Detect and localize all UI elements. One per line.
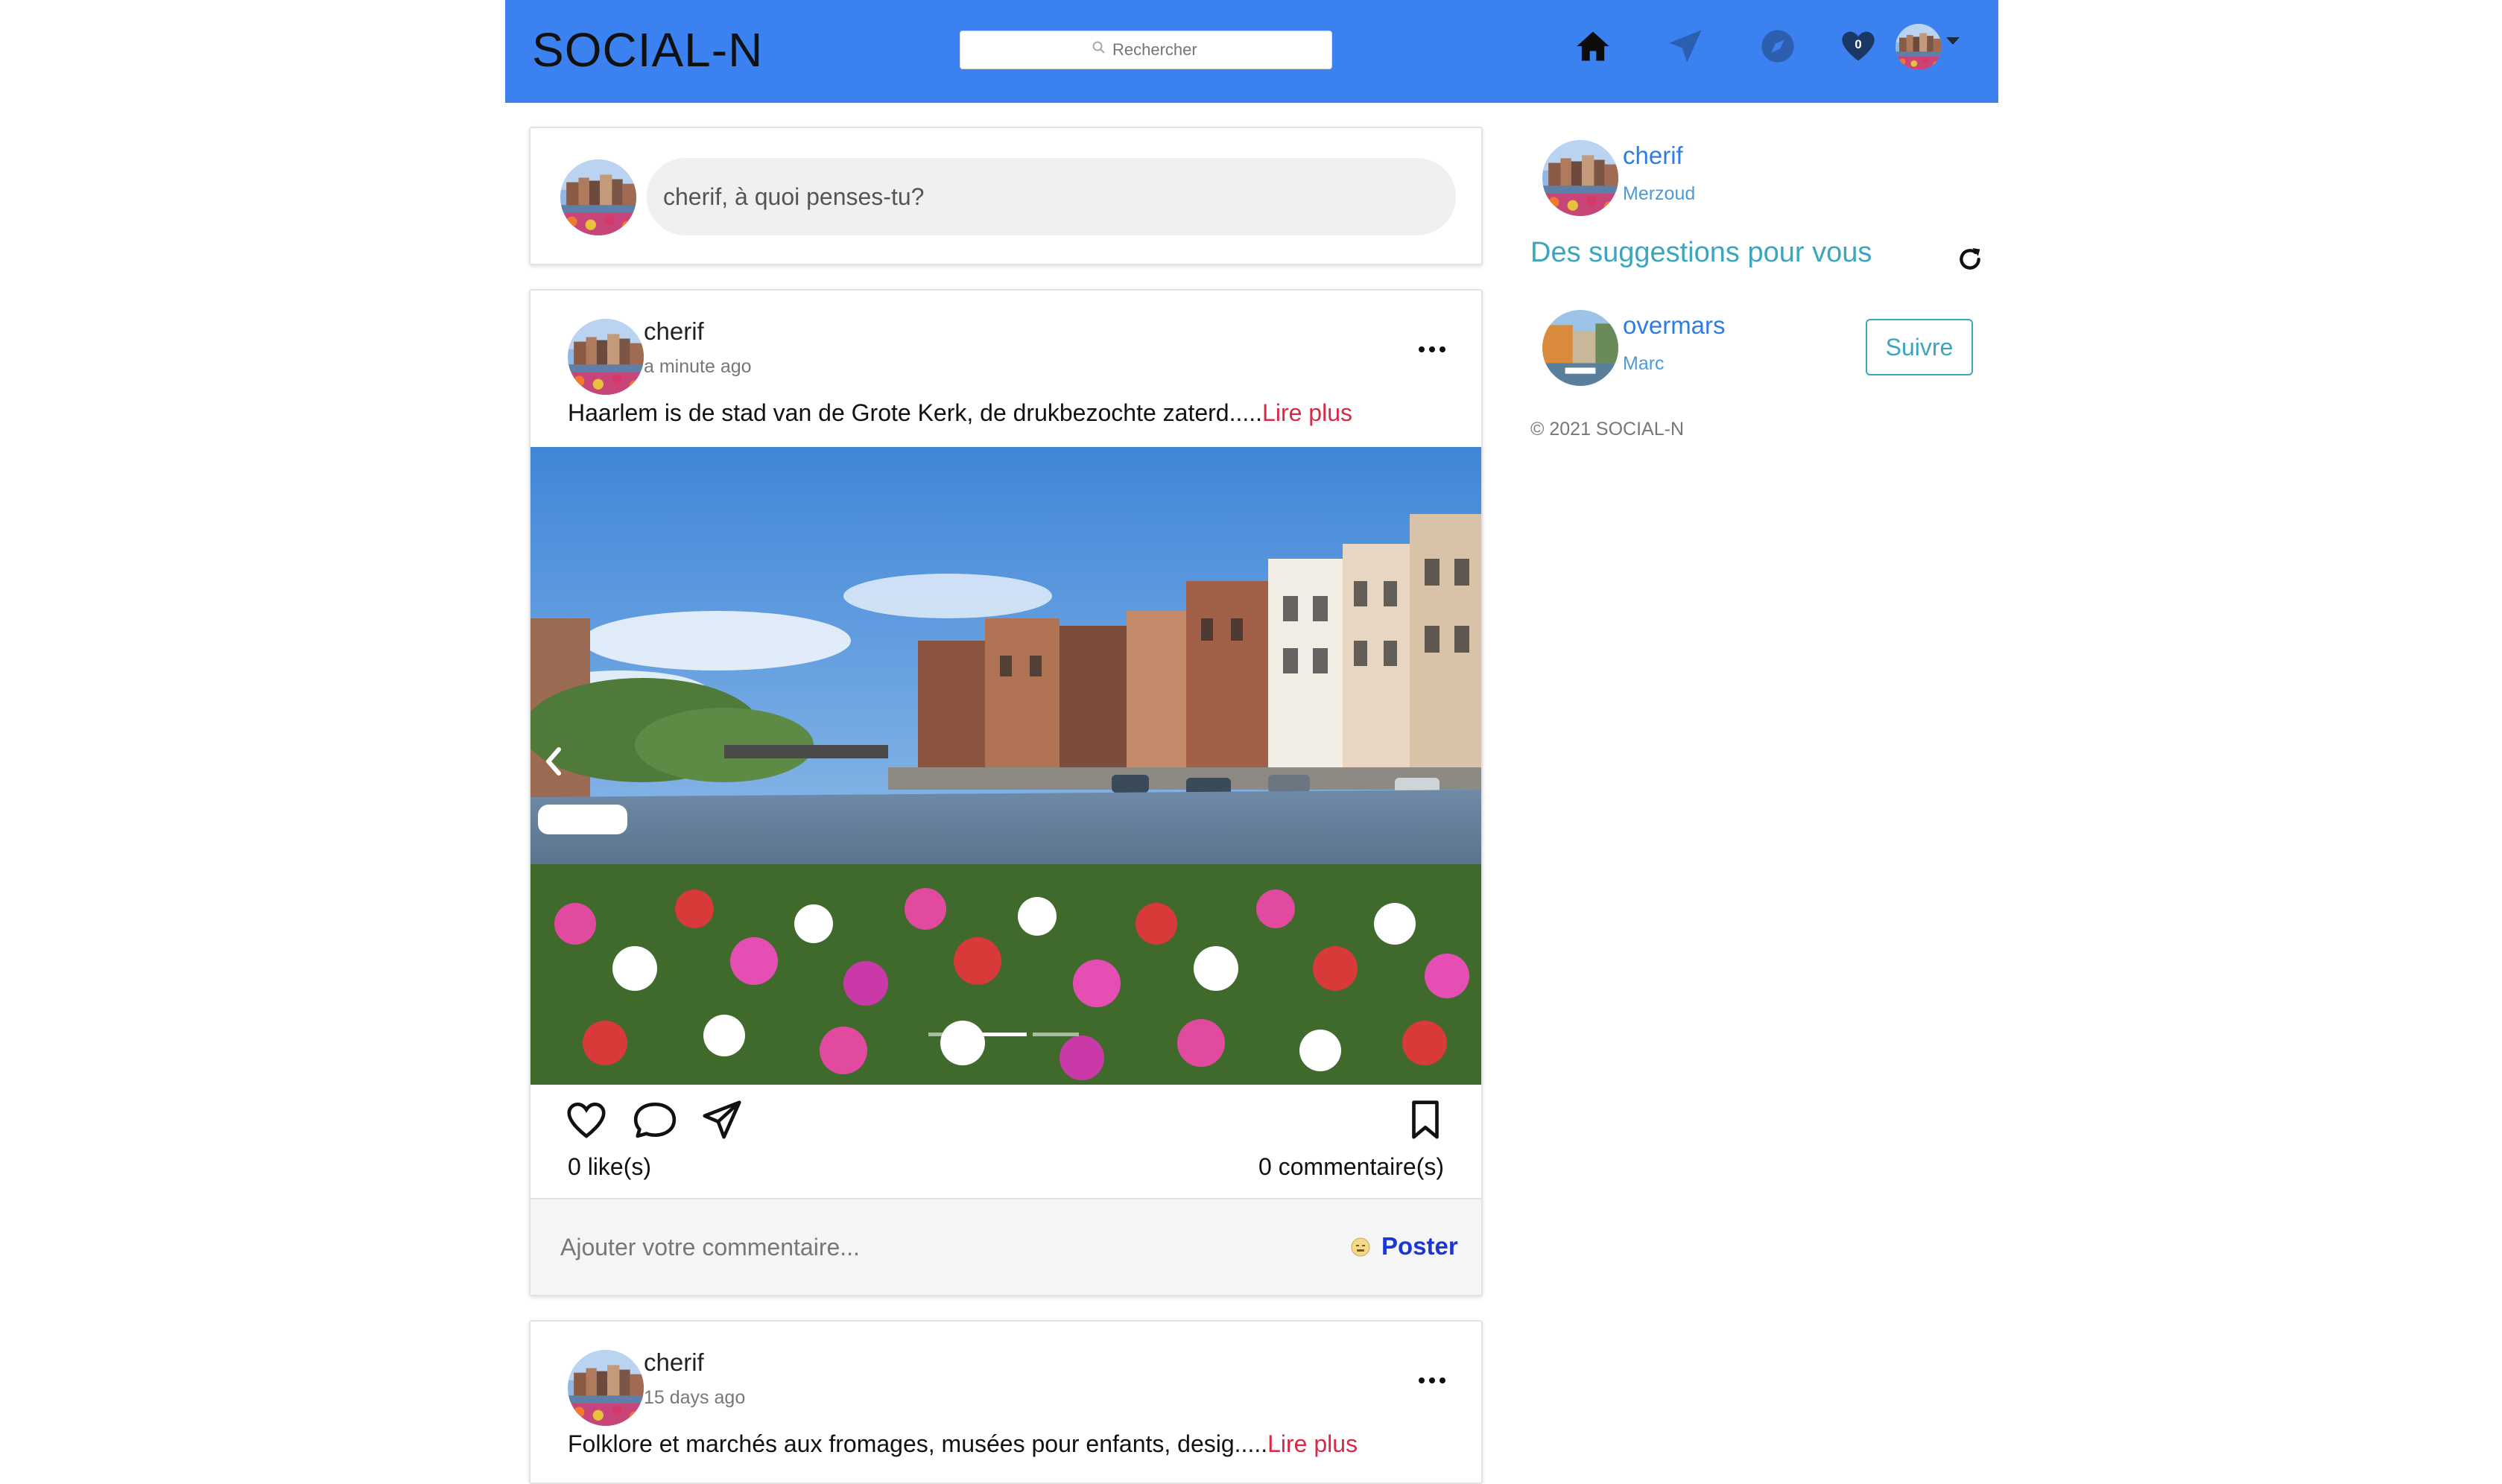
suggestion-item: overmars Marc Suivre <box>1542 308 1989 390</box>
post-actions <box>531 1088 1481 1147</box>
chevron-left-icon[interactable] <box>542 745 565 778</box>
carousel-indicators <box>928 1033 1079 1036</box>
suggestion-fullname: Marc <box>1623 353 1665 374</box>
profile-username[interactable]: cherif <box>1623 142 1683 170</box>
search-bar[interactable] <box>960 31 1332 69</box>
suggestions-title: Des suggestions pour vous <box>1530 237 1872 268</box>
compass-icon <box>1761 30 1794 63</box>
post-card: cherif 15 days ago Folklore et marchés a… <box>529 1320 1483 1484</box>
bookmark-icon <box>1412 1100 1439 1139</box>
carousel-dot[interactable] <box>981 1033 1027 1036</box>
post-author[interactable]: cherif <box>644 317 704 346</box>
carousel-dot[interactable] <box>1033 1033 1079 1036</box>
post-composer: cherif, à quoi penses-tu? <box>529 127 1483 265</box>
top-navbar: SOCIAL-N 0 <box>505 0 1998 103</box>
read-more-link[interactable]: Lire plus <box>1267 1430 1358 1457</box>
share-button[interactable] <box>699 1097 745 1143</box>
post-card: cherif a minute ago Haarlem is de stad v… <box>529 289 1483 1296</box>
post-caption: Haarlem is de stad van de Grote Kerk, de… <box>568 399 1352 427</box>
carousel-dot[interactable] <box>928 1033 975 1036</box>
comment-input[interactable]: Ajouter votre commentaire... <box>560 1234 860 1261</box>
emoji-icon[interactable] <box>1350 1237 1371 1258</box>
notifications-button[interactable]: 0 <box>1836 24 1881 69</box>
post-header: cherif a minute ago <box>568 313 1447 395</box>
notification-count: 0 <box>1855 37 1862 51</box>
copyright-text: © 2021 SOCIAL-N <box>1530 419 1685 440</box>
post-header: cherif 15 days ago <box>568 1344 1447 1426</box>
like-icon <box>567 1103 606 1138</box>
search-icon <box>1092 40 1106 60</box>
sidebar-profile: cherif Merzoud <box>1542 139 1840 221</box>
composer-input[interactable]: cherif, à quoi penses-tu? <box>647 158 1456 235</box>
bookmark-button[interactable] <box>1402 1097 1448 1143</box>
search-input[interactable] <box>1111 39 1200 60</box>
post-caption: Folklore et marchés aux fromages, musées… <box>568 1430 1358 1458</box>
comment-button[interactable] <box>632 1097 678 1143</box>
likes-count[interactable]: 0 like(s) <box>568 1153 651 1181</box>
post-image-carousel[interactable] <box>531 447 1481 1085</box>
post-text: Haarlem is de stad van de Grote Kerk, de… <box>568 399 1263 426</box>
post-comment-button[interactable]: Poster <box>1381 1232 1458 1261</box>
more-icon <box>1419 346 1445 352</box>
home-button[interactable] <box>1571 24 1615 69</box>
home-icon <box>1577 31 1609 61</box>
suggestion-username[interactable]: overmars <box>1623 311 1726 340</box>
comment-form: Ajouter votre commentaire... Poster <box>531 1198 1481 1295</box>
app-root: SOCIAL-N 0 cherif, à quoi pense <box>0 0 2502 1484</box>
post-timestamp: 15 days ago <box>644 1387 746 1408</box>
avatar[interactable] <box>1542 310 1618 386</box>
post-stats: 0 like(s) 0 commentaire(s) <box>531 1147 1481 1192</box>
post-text: Folklore et marchés aux fromages, musées… <box>568 1430 1268 1457</box>
caret-down-icon[interactable] <box>1946 37 1960 45</box>
post-author[interactable]: cherif <box>644 1348 704 1377</box>
send-icon <box>1669 30 1702 63</box>
post-image <box>531 447 1481 1085</box>
comments-count[interactable]: 0 commentaire(s) <box>1258 1153 1444 1181</box>
user-menu-avatar[interactable] <box>1895 24 1942 70</box>
read-more-link[interactable]: Lire plus <box>1262 399 1352 426</box>
avatar <box>1895 24 1942 70</box>
follow-button[interactable]: Suivre <box>1866 319 1973 375</box>
refresh-icon[interactable] <box>1955 244 1985 274</box>
avatar[interactable] <box>1542 140 1618 216</box>
avatar[interactable] <box>568 319 644 395</box>
comment-icon <box>633 1103 677 1138</box>
more-options-button[interactable] <box>1417 1375 1447 1390</box>
profile-fullname: Merzoud <box>1623 183 1696 204</box>
avatar[interactable] <box>568 1350 644 1426</box>
more-options-button[interactable] <box>1417 344 1447 359</box>
like-button[interactable] <box>563 1097 609 1143</box>
avatar <box>560 159 636 235</box>
direct-button[interactable] <box>1663 24 1708 69</box>
brand-logo[interactable]: SOCIAL-N <box>532 22 763 77</box>
more-icon <box>1419 1377 1445 1383</box>
explore-button[interactable] <box>1755 24 1800 69</box>
share-icon <box>703 1100 741 1139</box>
post-timestamp: a minute ago <box>644 356 752 377</box>
